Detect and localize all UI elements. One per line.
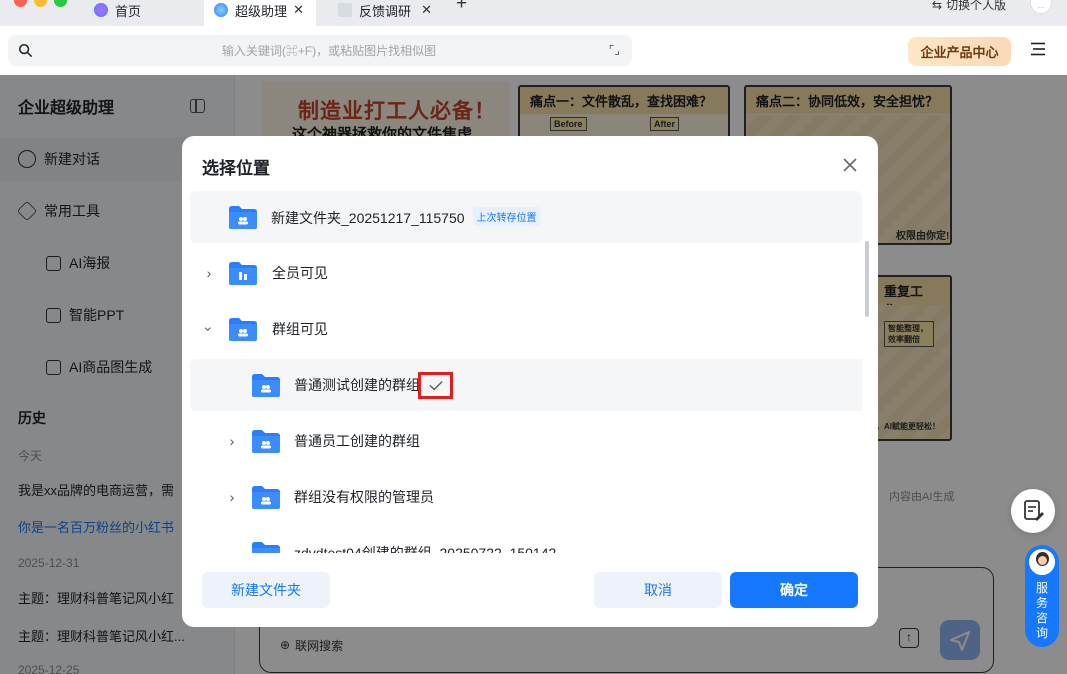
chevron-right-icon[interactable]: › <box>203 265 215 281</box>
search-bar: ⌜⌟ <box>8 35 632 66</box>
folder-row[interactable]: 新建文件夹_20251217_115750 上次转存位置 <box>190 191 862 243</box>
assistant-app-icon <box>214 3 228 17</box>
chevron-right-icon[interactable]: › <box>226 433 238 449</box>
tab-label: 首页 <box>115 3 142 19</box>
folder-label: 新建文件夹_20251217_115750 上次转存位置 <box>271 206 541 228</box>
chevron-down-icon[interactable]: › <box>201 323 217 335</box>
enterprise-center-button[interactable]: 企业产品中心 <box>908 37 1011 66</box>
chevron-right-icon[interactable]: › <box>226 489 238 505</box>
switch-label: 切换个人版 <box>946 0 1007 12</box>
folder-tree: 新建文件夹_20251217_115750 上次转存位置 › 全员可见 › 群组可… <box>190 191 862 553</box>
folder-icon <box>229 262 257 285</box>
tab-label: 超级助理 <box>235 3 288 19</box>
search-icon <box>18 43 32 57</box>
home-app-icon <box>94 3 108 17</box>
dialog-title: 选择位置 <box>202 159 270 178</box>
doc-icon <box>338 3 352 17</box>
tab-close-icon[interactable]: ✕ <box>293 2 304 18</box>
tab-close-icon[interactable]: ✕ <box>421 2 432 18</box>
folder-row[interactable]: zdydtest04创建的群组_20250722_150142 <box>190 527 862 553</box>
tab-super-assistant[interactable]: 超级助理 ✕ <box>204 0 316 26</box>
folder-label: 全员可见 <box>272 265 328 281</box>
tab-feedback[interactable]: 反馈调研 ✕ <box>328 0 444 26</box>
folder-icon <box>229 206 257 229</box>
close-window-button[interactable] <box>14 0 27 7</box>
image-search-icon[interactable]: ⌜⌟ <box>609 43 620 57</box>
last-saved-badge: 上次转存位置 <box>472 206 541 226</box>
tab-label: 反馈调研 <box>359 3 412 19</box>
folder-row-selected[interactable]: 普通测试创建的群组 <box>190 359 862 411</box>
cancel-button[interactable]: 取消 <box>594 572 722 608</box>
switch-icon: ⇆ <box>932 0 943 12</box>
tree-scrollbar[interactable] <box>865 241 869 317</box>
service-consult-button[interactable]: 服务咨询 <box>1025 545 1059 647</box>
folder-row[interactable]: › 全员可见 <box>190 247 862 299</box>
folder-label: 普通测试创建的群组 <box>294 377 420 393</box>
menu-icon[interactable] <box>1030 42 1046 56</box>
service-label: 服务咨询 <box>1036 581 1049 640</box>
new-tab-icon[interactable]: + <box>456 0 467 15</box>
choose-location-dialog: 选择位置 新建文件夹_20251217_115750 上次转存位置 › 全员可见… <box>182 136 878 627</box>
top-toolbar: ⌜⌟ 企业产品中心 <box>0 26 1067 75</box>
folder-row[interactable]: › 普通员工创建的群组 <box>190 415 862 467</box>
folder-icon <box>229 318 257 341</box>
user-avatar[interactable]: ····· <box>1030 0 1052 14</box>
folder-icon <box>252 542 280 553</box>
search-input[interactable] <box>44 35 614 66</box>
tab-home[interactable]: 首页 <box>84 0 202 26</box>
folder-label: 普通员工创建的群组 <box>294 433 420 449</box>
confirm-button[interactable]: 确定 <box>730 572 858 608</box>
folder-label: zdydtest04创建的群组_20250722_150142 <box>294 545 557 553</box>
folder-label: 群组可见 <box>272 321 328 337</box>
title-bar: 首页 超级助理 ✕ 反馈调研 ✕ + ⇆ 切换个人版 ····· <box>0 0 1067 26</box>
folder-icon <box>252 374 280 397</box>
edit-icon <box>1024 500 1044 521</box>
selected-check-icon <box>418 372 453 399</box>
edit-float-button[interactable] <box>1011 489 1055 533</box>
minimize-window-button[interactable] <box>34 0 47 7</box>
folder-row[interactable]: › 群组没有权限的管理员 <box>190 471 862 523</box>
folder-icon <box>252 430 280 453</box>
new-folder-button[interactable]: 新建文件夹 <box>202 572 330 608</box>
folder-icon <box>252 486 280 509</box>
folder-label: 群组没有权限的管理员 <box>294 489 434 505</box>
service-avatar <box>1027 547 1057 577</box>
folder-row[interactable]: › 群组可见 <box>190 303 862 355</box>
maximize-window-button[interactable] <box>54 0 67 7</box>
switch-personal-button[interactable]: ⇆ 切换个人版 <box>932 0 1006 13</box>
close-icon[interactable] <box>841 156 859 174</box>
